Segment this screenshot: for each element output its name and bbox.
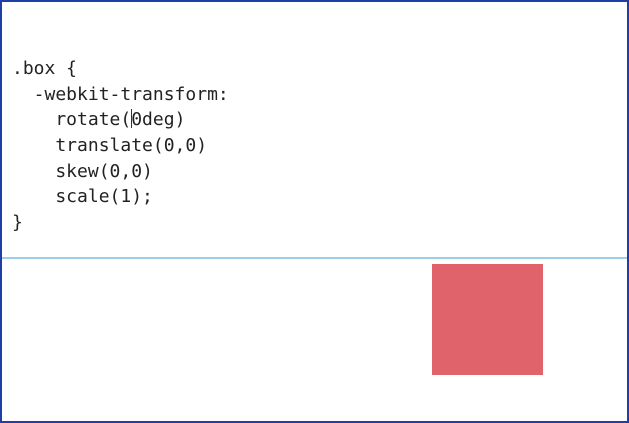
css-code-editor[interactable]: .box { -webkit-transform: rotate(0deg) t… <box>12 56 229 236</box>
preview-divider <box>2 257 627 259</box>
code-text-after-caret: 0deg) <box>131 109 186 131</box>
code-line-property: -webkit-transform: <box>12 83 229 105</box>
code-line-selector: .box { <box>12 58 78 79</box>
screen-frame: .box { -webkit-transform: rotate(0deg) t… <box>0 0 629 423</box>
code-line-scale: scale(1); <box>12 186 153 208</box>
code-line-skew: skew(0,0) <box>12 160 153 182</box>
preview-box <box>432 264 543 375</box>
code-line-rotate: rotate(0deg) <box>12 107 229 133</box>
code-line-closing-brace: } <box>12 212 23 234</box>
code-line-translate: translate(0,0) <box>12 135 208 157</box>
code-text-before-caret: rotate( <box>12 109 132 131</box>
